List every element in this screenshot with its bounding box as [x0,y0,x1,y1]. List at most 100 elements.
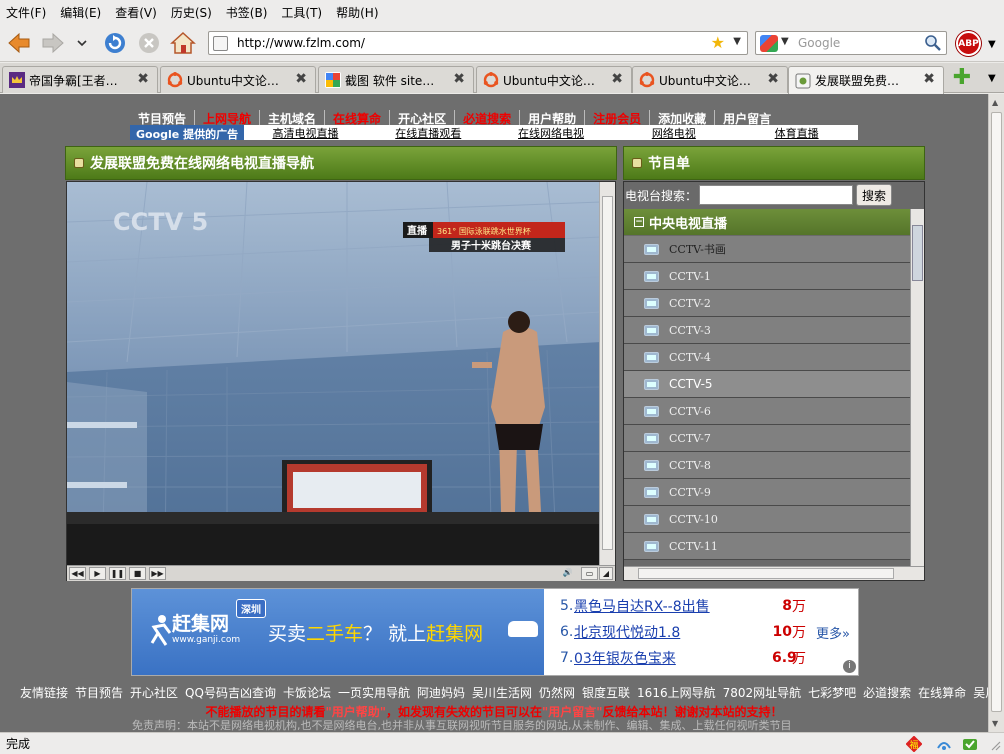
resize-grip-icon[interactable]: ◢ [599,567,613,580]
menu-view[interactable]: 查看(V) [115,4,157,21]
channel-search-input[interactable] [699,185,854,205]
google-engine-icon[interactable] [760,35,778,52]
channel-item[interactable]: CCTV-2 [624,290,910,317]
friend-link[interactable]: 一页实用导航 [338,684,410,701]
channel-item[interactable]: CCTV-书画 [624,236,910,263]
scroll-down-icon[interactable]: ▼ [992,719,998,728]
more-link[interactable]: 更多» [816,623,850,642]
back-button[interactable] [6,30,32,56]
menu-file[interactable]: 文件(F) [6,4,46,21]
forward-button[interactable] [40,30,66,56]
friend-link[interactable]: 吴川生活网 [472,684,532,701]
friend-link[interactable]: 7802网址导航 [723,684,802,701]
close-icon[interactable]: ✖ [453,71,465,87]
friend-link[interactable]: 吴川商网 [973,684,988,701]
tab-list-dropdown-icon[interactable]: ▼ [988,73,996,84]
friend-link[interactable]: 节目预告 [75,684,123,701]
channel-item[interactable]: CCTV-11 [624,533,910,560]
engine-dropdown-icon[interactable]: ▼ [781,36,789,47]
listing-item[interactable]: 7. 03年银灰色宝来 6.9 万 [560,645,820,671]
search-bar[interactable]: ▼ Google [755,31,947,55]
ad-link[interactable]: 体育直播 [735,125,858,141]
channel-item[interactable]: CCTV-10 [624,506,910,533]
pause-icon[interactable]: ❚❚ [109,567,126,580]
stop-square-icon[interactable]: ■ [129,567,146,580]
close-icon[interactable]: ✖ [611,71,623,87]
channel-item-active[interactable]: CCTV-5 [624,371,910,398]
scroll-thumb[interactable] [638,568,894,579]
channel-item[interactable]: CCTV-9 [624,479,910,506]
listing-title[interactable]: 北京现代悦动1.8 [574,622,772,642]
tab-5-active[interactable]: 发展联盟免费… ✖ [788,66,944,94]
adblock-plus-icon[interactable]: ABP [956,31,981,56]
category-header[interactable]: − 中央电视直播 [624,209,910,235]
scroll-up-icon[interactable]: ▲ [992,98,998,107]
friend-link[interactable]: 阿迪妈妈 [417,684,465,701]
friend-link[interactable]: 开心社区 [130,684,178,701]
addon-icon[interactable] [962,736,978,752]
channel-item[interactable]: CCTV-4 [624,344,910,371]
reload-button[interactable] [102,30,128,56]
friend-link[interactable]: 在线算命 [918,684,966,701]
ad-link[interactable]: 高清电视直播 [244,125,367,141]
guide-vertical-scrollbar[interactable] [910,209,924,566]
menu-help[interactable]: 帮助(H) [336,4,378,21]
video-player[interactable]: CCTV 5 直播 361° 国际泳联跳水世界杯 男子十米跳台决赛 ◀◀ ▶ ❚… [66,181,616,581]
channel-item[interactable]: CCTV-8 [624,452,910,479]
search-icon[interactable] [924,34,942,52]
url-dropdown-icon[interactable]: ▼ [733,36,741,47]
page-vertical-scrollbar[interactable]: ▲ ▼ [988,94,1004,732]
listing-item[interactable]: 5. 黑色马自达RX--8出售 8 万 [560,593,820,619]
play-icon[interactable]: ▶ [89,567,106,580]
friend-link[interactable]: 银度互联 [582,684,630,701]
video-frame[interactable]: CCTV 5 直播 361° 国际泳联跳水世界杯 男子十米跳台决赛 [67,182,601,565]
network-icon[interactable] [936,736,952,752]
channel-item[interactable]: CCTV-3 [624,317,910,344]
adblock-dropdown-icon[interactable]: ▼ [988,39,996,50]
player-scrollbar[interactable] [599,182,615,565]
friend-link[interactable]: QQ号码吉凶查询 [185,684,276,701]
fast-forward-icon[interactable]: ▶▶ [149,567,166,580]
new-tab-plus-icon[interactable]: ✚ [950,67,974,91]
tab-4[interactable]: Ubuntu中文论… ✖ [632,66,788,93]
listing-item[interactable]: 6. 北京现代悦动1.8 10 万 [560,619,820,645]
tab-0[interactable]: 帝国争霸[王者… ✖ [2,66,158,93]
ad-link[interactable]: 在线直播观看 [367,125,490,141]
close-icon[interactable]: ✖ [767,71,779,87]
rewind-icon[interactable]: ◀◀ [69,567,86,580]
listing-title[interactable]: 黑色马自达RX--8出售 [574,596,772,616]
close-icon[interactable]: ✖ [137,71,149,87]
search-placeholder[interactable]: Google [798,36,840,50]
volume-icon[interactable]: 🔊 [559,567,576,580]
fortune-icon[interactable]: 福 [906,736,922,752]
friend-link[interactable]: 仍然网 [539,684,575,701]
collapse-minus-icon[interactable]: − [634,217,644,227]
channel-item[interactable]: CCTV-6 [624,398,910,425]
menu-bookmarks[interactable]: 书签(B) [226,4,268,21]
ganji-banner-ad[interactable]: 赶集网 www.ganji.com 深圳 买卖二手车？ 就上赶集网 5. 黑色马自… [131,588,859,676]
listing-title[interactable]: 03年银灰色宝来 [574,648,772,668]
scroll-thumb[interactable] [912,225,923,281]
menu-edit[interactable]: 编辑(E) [60,4,101,21]
guide-horizontal-scrollbar[interactable] [624,566,924,580]
resize-grip-icon[interactable] [986,736,1002,752]
home-button[interactable] [170,30,196,56]
scroll-thumb[interactable] [991,112,1002,712]
tab-3[interactable]: Ubuntu中文论… ✖ [476,66,632,93]
ad-link[interactable]: 在线网络电视 [490,125,613,141]
tab-2[interactable]: 截图 软件 site… ✖ [318,66,474,93]
channel-item[interactable]: CCTV-1 [624,263,910,290]
close-icon[interactable]: ✖ [923,71,935,87]
ad-link[interactable]: 网络电视 [612,125,735,141]
url-text[interactable]: http://www.fzlm.com/ [237,36,365,50]
banner-left[interactable]: 赶集网 www.ganji.com 深圳 买卖二手车？ 就上赶集网 [132,589,544,675]
friend-link[interactable]: 1616上网导航 [637,684,716,701]
stop-button[interactable] [136,30,162,56]
channel-search-button[interactable]: 搜索 [856,184,893,206]
ad-label[interactable]: Google 提供的广告 [130,125,245,141]
friend-link[interactable]: 七彩梦吧 [808,684,856,701]
history-dropdown[interactable] [72,30,92,56]
friend-link[interactable]: 必道搜索 [863,684,911,701]
bookmark-star-icon[interactable]: ★ [711,33,725,52]
close-icon[interactable]: ✖ [295,71,307,87]
